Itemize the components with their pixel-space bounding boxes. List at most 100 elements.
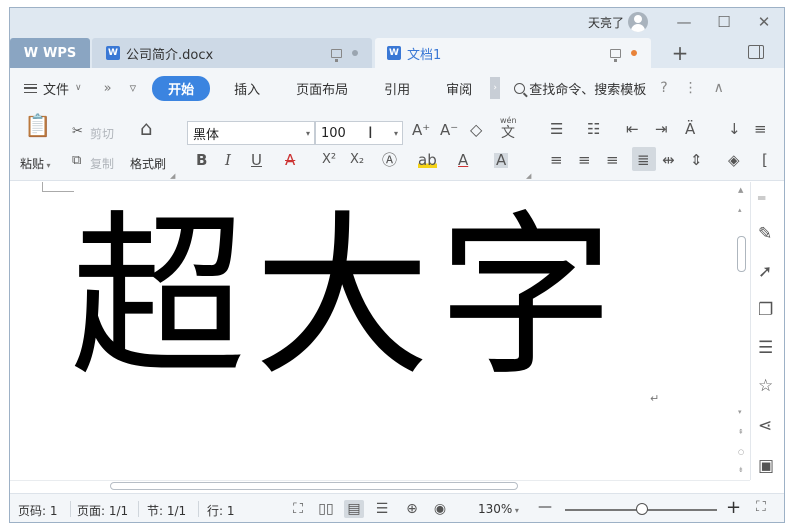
prev-page-icon[interactable]: ⇞ [738,428,744,436]
overflow-icon[interactable]: ⋮ [684,80,698,96]
quick-dropdown-icon[interactable]: ▿ [124,81,143,96]
phonetic-guide-button[interactable]: 文 [501,126,515,140]
list-number-icon[interactable]: ☷ [587,122,600,137]
maximize-button[interactable]: ☐ [704,8,744,36]
new-tab-button[interactable]: + [662,38,698,68]
help-icon[interactable]: ? [660,80,667,96]
superscript-button[interactable]: X² [322,153,336,166]
monitor-icon[interactable] [331,48,342,62]
fullscreen-icon[interactable]: ⛶ [288,500,308,518]
status-section[interactable]: 节: 1/1 [147,502,186,519]
dialog-launcher-icon[interactable]: ◢ [170,173,175,180]
box-icon[interactable]: ▣ [758,458,774,475]
scroll-up-icon[interactable]: ▴ [738,206,742,214]
double-chevron-icon[interactable]: » [92,81,124,96]
command-search[interactable]: 查找命令、搜索模板 [514,79,646,98]
paste-icon[interactable]: 📋 [24,116,51,138]
shapes-icon[interactable]: ❐ [758,302,773,319]
list-bullet-icon[interactable]: ☰ [550,122,563,137]
font-size-select[interactable]: 100 I ▾ [315,121,403,145]
outdent-icon[interactable]: ⇤ [626,122,639,137]
tab-document1[interactable]: W 文档1 [375,38,651,68]
cut-button[interactable]: 剪切 [90,125,114,142]
phonetic-guide-pinyin: wén [500,116,517,125]
avatar-icon[interactable] [628,12,648,32]
status-pages[interactable]: 页面: 1/1 [77,502,128,519]
zoom-out-button[interactable]: — [538,499,552,515]
format-painter-button[interactable]: 格式刷 [130,155,166,172]
star-icon[interactable]: ☆ [758,378,773,395]
border-icon[interactable]: [ [762,153,768,168]
align-left-icon[interactable]: ≡ [550,153,563,168]
file-menu[interactable]: 文件 ∨ [24,79,82,98]
collapse-ribbon-icon[interactable]: ∧ [714,80,724,96]
cursor-icon[interactable]: ➚ [758,264,772,281]
side-panel-icon[interactable] [748,45,764,59]
text-effect-icon[interactable]: Ⓐ [382,153,397,168]
document-canvas[interactable]: 超大字 ↵ [10,182,735,480]
shading-icon[interactable]: ◈ [728,153,740,168]
grow-font-button[interactable]: A⁺ [412,123,430,138]
align-right-icon[interactable]: ≡ [606,153,619,168]
tab-home[interactable]: 开始 [152,75,211,101]
panel-handle-icon[interactable]: ═ [758,192,765,204]
brush-icon[interactable]: ⌂ [140,118,153,138]
reading-mode-icon[interactable]: ▯▯ [316,500,336,518]
scroll-down-icon[interactable]: ▾ [738,408,742,416]
sliders-icon[interactable]: ☰ [758,340,773,357]
tab-company-profile[interactable]: W 公司简介.docx [92,38,372,68]
align-center-icon[interactable]: ≡ [578,153,591,168]
web-view-icon[interactable]: ⊕ [402,500,422,518]
outline-view-icon[interactable]: ☰ [372,500,392,518]
eraser-icon[interactable]: ◇ [470,122,482,138]
bold-button[interactable]: B [196,153,207,168]
tab-wps-home[interactable]: W WPS [10,38,90,68]
document-text[interactable]: 超大字 [70,210,622,386]
underline-button[interactable]: U [251,153,262,168]
font-name-select[interactable]: 黑体 ▾ [187,121,315,145]
tab-review[interactable]: 审阅 [434,79,484,98]
horizontal-scroll-thumb[interactable] [110,482,518,490]
fit-window-icon[interactable]: ⛶ [756,499,766,515]
scroll-top-icon[interactable]: ▲ [738,186,743,194]
tab-insert[interactable]: 插入 [222,79,272,98]
zoom-level[interactable]: 130% ▾ [478,502,519,516]
next-page-icon[interactable]: ⇟ [738,466,744,474]
eye-protect-icon[interactable]: ◉ [430,500,450,518]
minimize-button[interactable]: — [664,8,704,36]
share-icon[interactable]: ⋖ [758,418,772,435]
sort-icon[interactable]: Ä [685,122,695,137]
distribute-icon[interactable]: ⇹ [662,153,675,168]
menu-bar: 文件 ∨ » ▿ 开始 插入 页面布局 引用 审阅 › 查找命令、搜索模板 ? … [10,68,784,108]
vertical-scroll-thumb[interactable] [737,236,746,272]
highlight-icon[interactable]: ab [418,153,437,168]
close-button[interactable]: ✕ [744,8,784,36]
monitor-icon[interactable] [610,48,621,62]
copy-button[interactable]: 复制 [90,155,114,172]
char-shading-icon[interactable]: A [494,153,509,168]
user-name[interactable]: 天亮了 [588,14,624,31]
strikethrough-button[interactable]: A [285,153,295,168]
more-paragraph-icon[interactable]: ≡ [754,122,767,137]
line-spacing-icon[interactable]: ⇕ [690,153,703,168]
sort-az-icon[interactable]: ↓ [728,122,741,137]
more-tabs-button[interactable]: › [490,77,501,99]
subscript-button[interactable]: X₂ [350,153,364,166]
dialog-launcher-icon[interactable]: ◢ [526,173,531,180]
zoom-slider-knob[interactable] [636,503,648,515]
scissors-icon: ✂ [72,124,83,139]
italic-button[interactable]: I [225,153,231,168]
indent-icon[interactable]: ⇥ [655,122,668,137]
status-line[interactable]: 行: 1 [207,502,235,519]
pencil-icon[interactable]: ✎ [758,226,772,243]
shrink-font-button[interactable]: A⁻ [440,123,458,138]
justify-icon[interactable]: ≣ [637,153,650,168]
tab-references[interactable]: 引用 [372,79,422,98]
status-page[interactable]: 页码: 1 [18,502,58,519]
paste-button[interactable]: 粘贴 ▾ [20,155,51,172]
font-color-icon[interactable]: A [458,153,468,168]
tab-page-layout[interactable]: 页面布局 [284,79,360,98]
page-view-icon[interactable]: ▤ [344,500,364,518]
zoom-in-button[interactable]: + [726,497,741,518]
select-browse-icon[interactable]: ○ [738,448,744,456]
